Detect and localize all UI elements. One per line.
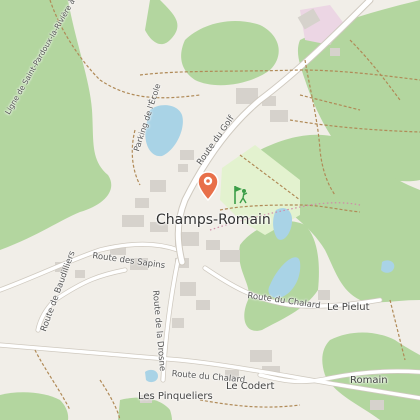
map-view[interactable]: Champs-Romain Route du Golf Parking de l… [0,0,420,420]
map-pin-icon[interactable] [197,171,219,201]
forest-areas [0,0,420,420]
place-label-le-codert[interactable]: Le Codert [226,382,274,392]
place-label-les-pinqueliers[interactable]: Les Pinqueliers [138,392,213,402]
town-label[interactable]: Champs-Romain [156,213,271,227]
map-canvas [0,0,420,420]
golf-icon [230,184,250,206]
place-label-le-pielut[interactable]: Le Pielut [327,303,370,313]
place-label-romain[interactable]: Romain [350,376,388,386]
